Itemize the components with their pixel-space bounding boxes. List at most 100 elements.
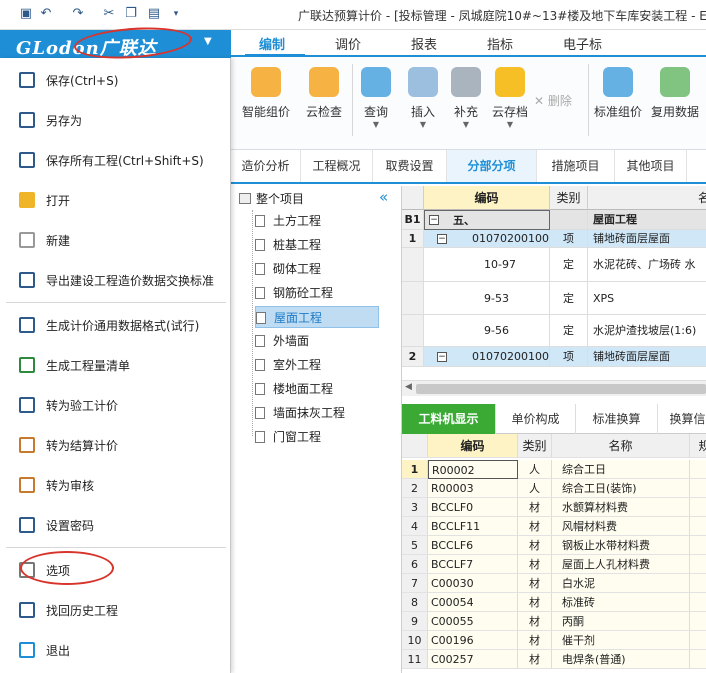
table-row[interactable]: 9 C00055 材丙酮 <box>402 612 706 631</box>
tree-item[interactable]: 土方工程 <box>255 210 321 232</box>
document-icon <box>255 287 265 299</box>
ribbon-tab-1[interactable]: 编制 <box>259 34 285 53</box>
tree-item[interactable]: 门窗工程 <box>255 426 321 448</box>
table-row[interactable]: 5 BCCLF6 材钢板止水带材料费 <box>402 536 706 555</box>
cloud-archive-button[interactable]: 云存档 ▼ <box>483 63 537 130</box>
table-row[interactable]: 6 BCCLF7 材屋面上人孔材料费 <box>402 555 706 574</box>
supplement-icon <box>451 67 481 97</box>
row-number: 1 <box>402 230 424 248</box>
table-row[interactable]: 4 BCCLF11 材风帽材料费 <box>402 517 706 536</box>
collapse-panel-icon[interactable]: « <box>379 188 388 206</box>
ribbon-tab-2[interactable]: 调价 <box>335 34 361 53</box>
ribbon-tab-5[interactable]: 电子标 <box>563 34 602 53</box>
detail-tab-2[interactable]: 单价构成 <box>496 404 576 434</box>
spec-cell <box>690 650 706 669</box>
spec-cell <box>690 574 706 593</box>
menu-item-12[interactable]: 设置密码 <box>0 505 230 543</box>
collapse-toggle-icon[interactable]: − <box>437 352 447 362</box>
table-row[interactable]: B1 五、 − 屋面工程 <box>402 210 706 230</box>
undo-icon[interactable]: ↶ <box>38 5 54 23</box>
table-row[interactable]: 9-53 定 XPS <box>402 282 706 315</box>
cloud-check-icon <box>309 67 339 97</box>
row-number: 2 <box>402 347 424 367</box>
delete-label: 删除 <box>547 94 572 108</box>
ribbon-tab-4[interactable]: 指标 <box>487 34 513 53</box>
menu-item-2[interactable]: 另存为 <box>0 100 230 138</box>
menu-item-3[interactable]: 保存所有工程(Ctrl+Shift+S) <box>0 140 230 178</box>
table-row[interactable]: 2 010702001003− 项铺地砖面层屋面 <box>402 347 706 367</box>
delete-button[interactable]: ✕ 删除 <box>534 92 572 109</box>
detail-tab-3[interactable]: 标准换算 <box>576 404 658 434</box>
table-row[interactable]: 2 R00003 人综合工日(装饰) <box>402 479 706 498</box>
spec-cell <box>690 517 706 536</box>
table-row[interactable]: 1 R00002 人综合工日 <box>402 460 706 479</box>
generate-format-icon <box>19 317 35 333</box>
tree-item[interactable]: 楼地面工程 <box>255 378 333 400</box>
column-header: 类别 <box>518 434 552 458</box>
tree-item[interactable]: 屋面工程 <box>255 306 379 328</box>
tree-item[interactable]: 钢筋砼工程 <box>255 282 333 304</box>
tree-item[interactable]: 室外工程 <box>255 354 321 376</box>
table-row[interactable]: 1 010702001001− 项铺地砖面层屋面 <box>402 230 706 248</box>
menu-item-5[interactable]: 新建 <box>0 220 230 258</box>
smart-price-button[interactable]: 智能组价 <box>239 63 293 120</box>
reuse-data-button[interactable]: 复用数据 <box>648 63 702 120</box>
table-row[interactable]: 10 C00196 材催干剂 <box>402 631 706 650</box>
detail-tab-1[interactable]: 工料机显示 <box>402 404 496 434</box>
menu-item-10[interactable]: 转为结算计价 <box>0 425 230 463</box>
menu-item-7[interactable]: 生成计价通用数据格式(试行) <box>0 305 230 343</box>
table-row[interactable]: 9-56 定水泥炉渣找坡层(1:6) <box>402 315 706 347</box>
menu-item-label: 导出建设工程造价数据交换标准 <box>46 274 215 288</box>
tree-item[interactable]: 砌体工程 <box>255 258 321 280</box>
cut-icon[interactable]: ✂ <box>101 5 117 23</box>
menu-item-14[interactable]: 找回历史工程 <box>0 590 230 628</box>
paste-icon[interactable]: ▤ <box>146 5 162 23</box>
menu-item-15[interactable]: 退出 <box>0 630 230 668</box>
tree-item[interactable]: 桩基工程 <box>255 234 321 256</box>
row-number: 1 <box>402 460 428 479</box>
table-row[interactable]: 3 BCCLF0 材水颤算材料费 <box>402 498 706 517</box>
subtab-3[interactable]: 取费设置 <box>373 150 447 182</box>
code-cell: BCCLF6 <box>428 536 518 555</box>
type-cell: 材 <box>518 536 552 555</box>
exit-icon <box>19 642 35 658</box>
query-button[interactable]: 查询 ▼ <box>349 63 403 130</box>
menu-item-1[interactable]: 保存(Ctrl+S) <box>0 60 230 98</box>
cloud-check-button[interactable]: 云检查 <box>297 63 351 120</box>
menu-item-4[interactable]: 打开 <box>0 180 230 218</box>
tree-item[interactable]: 外墙面 <box>255 330 309 352</box>
table-row[interactable]: 11 C00257 材电焊条(普通) <box>402 650 706 669</box>
tree-item-label: 墙面抹灰工程 <box>273 406 346 420</box>
row-number: 5 <box>402 536 428 555</box>
document-icon <box>255 263 265 275</box>
scrollbar-thumb[interactable] <box>416 384 706 394</box>
ribbon-tab-3[interactable]: 报表 <box>411 34 437 53</box>
tree-item[interactable]: 墙面抹灰工程 <box>255 402 345 424</box>
subtab-6[interactable]: 其他项目 <box>615 150 687 182</box>
collapse-toggle-icon[interactable]: − <box>437 234 447 244</box>
menu-item-11[interactable]: 转为审核 <box>0 465 230 503</box>
menu-item-8[interactable]: 生成工程量清单 <box>0 345 230 383</box>
customize-toolbar-icon[interactable]: ▾ <box>168 5 184 23</box>
type-cell: 人 <box>518 460 552 479</box>
tree-root[interactable]: 整个项目 <box>239 188 304 210</box>
redo-icon[interactable]: ↷ <box>70 5 86 23</box>
horizontal-scrollbar[interactable]: ◀ <box>402 380 706 396</box>
subtab-2[interactable]: 工程概况 <box>301 150 373 182</box>
scroll-left-icon[interactable]: ◀ <box>405 382 412 392</box>
subtab-5[interactable]: 措施项目 <box>537 150 615 182</box>
table-row[interactable]: 10-97 定水泥花砖、广场砖 水 <box>402 248 706 282</box>
save-icon[interactable]: ▣ <box>18 5 34 23</box>
table-row[interactable]: 7 C00030 材白水泥 <box>402 574 706 593</box>
detail-tab-4[interactable]: 换算信 <box>658 404 706 434</box>
row-number <box>402 315 424 347</box>
standard-price-button[interactable]: 标准组价 <box>591 63 645 120</box>
code-cell: 10-97 <box>424 248 550 282</box>
subtab-1[interactable]: 造价分析 <box>231 150 301 182</box>
table-row[interactable]: 8 C00054 材标准砖 <box>402 593 706 612</box>
collapse-toggle-icon[interactable]: − <box>429 215 439 225</box>
menu-item-6[interactable]: 导出建设工程造价数据交换标准 <box>0 260 230 298</box>
subtab-4[interactable]: 分部分项 <box>447 150 537 182</box>
menu-item-9[interactable]: 转为验工计价 <box>0 385 230 423</box>
copy-icon[interactable]: ❐ <box>123 5 139 23</box>
